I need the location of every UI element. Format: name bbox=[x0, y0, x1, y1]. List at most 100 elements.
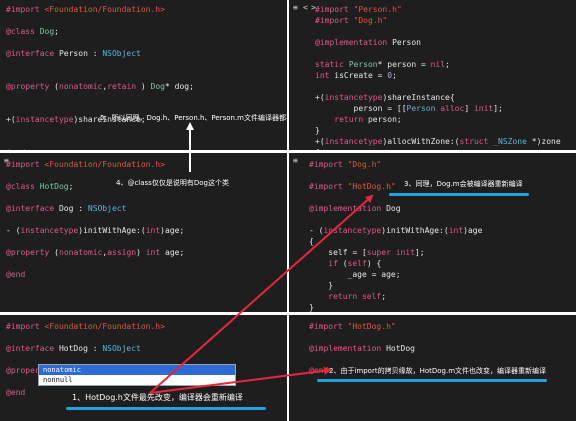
code-token-kw: super bbox=[366, 248, 396, 257]
code-token-kw: instancetype bbox=[20, 226, 79, 235]
editor-pane-person-h[interactable]: #import <Foundation/Foundation.h> @class… bbox=[0, 0, 287, 150]
editor-pane-person-m[interactable]: ≡ < > #import "Person.h" #import "Dog.h" … bbox=[289, 0, 576, 150]
code-token: ) bbox=[136, 248, 146, 257]
code-line[interactable]: #import "Dog.h" bbox=[309, 15, 576, 26]
code-line[interactable]: #import <Foundation/Foundation.h> bbox=[0, 321, 287, 332]
code-line[interactable]: _age = age; bbox=[303, 269, 576, 280]
code-token: ] bbox=[464, 104, 474, 113]
code-token-kw: @end bbox=[6, 388, 26, 397]
code-token-cls: Dog bbox=[150, 82, 165, 91]
code-token: - ( bbox=[309, 226, 324, 235]
code-line[interactable] bbox=[0, 125, 287, 136]
code-line[interactable]: @interface Person : NSObject bbox=[0, 48, 287, 59]
code-line[interactable] bbox=[309, 26, 576, 37]
code-line[interactable]: #import "HotDog.h" bbox=[303, 321, 576, 332]
code-line[interactable]: - (instancetype)initWithAge:(int)age bbox=[303, 225, 576, 236]
code-line[interactable]: #import "Person.h" bbox=[309, 4, 576, 15]
code-line[interactable]: } bbox=[303, 280, 576, 291]
code-token-kw: instancetype bbox=[324, 93, 383, 102]
code-line[interactable] bbox=[0, 37, 287, 48]
code-line[interactable]: @class Dog; bbox=[0, 26, 287, 37]
code-line[interactable]: return self; bbox=[303, 291, 576, 302]
code-line[interactable]: int isCreate = 0; bbox=[309, 70, 576, 81]
code-token: * dog; bbox=[165, 82, 194, 91]
editor-pane-dog-h[interactable]: ≡ #import <Foundation/Foundation.h> @cla… bbox=[0, 153, 287, 312]
code-line[interactable]: +(instancetype)shareInstance{ bbox=[309, 92, 576, 103]
code-line[interactable] bbox=[0, 192, 287, 203]
code-line[interactable]: @implementation Dog bbox=[303, 203, 576, 214]
menu-icon[interactable]: ≡ bbox=[293, 156, 298, 165]
code-line[interactable] bbox=[0, 70, 287, 81]
code-token-kw: #import bbox=[6, 160, 45, 169]
code-line[interactable]: } bbox=[309, 125, 576, 136]
code-token: * person = bbox=[377, 60, 431, 69]
code-token: +( bbox=[315, 93, 325, 102]
code-line[interactable]: @interface Dog : NSObject bbox=[0, 203, 287, 214]
code-token-kw: struct bbox=[459, 137, 494, 146]
code-line[interactable]: - (instancetype)initWithAge:(int)age; bbox=[0, 225, 287, 236]
code-token-kw: @class bbox=[6, 27, 40, 36]
code-token-kw: @property bbox=[6, 248, 55, 257]
editor-pane-hotdog-h[interactable]: #import <Foundation/Foundation.h> @inter… bbox=[0, 315, 287, 421]
editor-pane-dog-m[interactable]: ≡ #import "Dog.h" #import "HotDog.h" @im… bbox=[289, 153, 576, 312]
code-line[interactable]: +(instancetype)allocWithZone:(struct _NS… bbox=[309, 136, 576, 147]
code-line[interactable] bbox=[303, 332, 576, 343]
code-line[interactable]: return person; bbox=[309, 114, 576, 125]
annotation-4: 4、@class仅仅是说明有Dog这个类 bbox=[116, 179, 229, 187]
code-token-kw: nonatomic bbox=[59, 82, 103, 91]
code-token: ; bbox=[445, 60, 450, 69]
code-line[interactable] bbox=[0, 214, 287, 225]
code-line[interactable]: person = [[Person alloc] init]; bbox=[309, 103, 576, 114]
code-line[interactable]: #import "Dog.h" bbox=[303, 159, 576, 170]
code-token: )shareInstance{ bbox=[382, 93, 455, 102]
code-line[interactable]: #import <Foundation/Foundation.h> bbox=[0, 159, 287, 170]
code-line[interactable]: @interface HotDog : NSObject bbox=[0, 343, 287, 354]
code-token-kw: self bbox=[361, 292, 382, 301]
code-line[interactable]: @property (nonatomic,assign) int age; bbox=[0, 247, 287, 258]
code-token-kw: int bbox=[315, 71, 335, 80]
code-line[interactable] bbox=[0, 92, 287, 103]
code-line[interactable] bbox=[303, 354, 576, 365]
code-line[interactable] bbox=[0, 15, 287, 26]
back-icon[interactable]: < bbox=[303, 3, 308, 12]
code-line[interactable]: { bbox=[303, 236, 576, 247]
code-token-ty: _NSZone bbox=[493, 137, 532, 146]
code-line[interactable]: } bbox=[303, 302, 576, 312]
code-token-str: <Foundation/Foundation.h> bbox=[44, 160, 165, 169]
code-line[interactable]: @implementation HotDog bbox=[303, 343, 576, 354]
menu-icon[interactable]: ≡ bbox=[293, 3, 298, 12]
code-line[interactable] bbox=[0, 59, 287, 70]
code-token-kw: nonatomic bbox=[59, 248, 103, 257]
code-line[interactable] bbox=[0, 136, 287, 147]
code-token-kw: @end bbox=[6, 270, 26, 279]
code-token: } bbox=[315, 126, 320, 135]
code-line[interactable] bbox=[309, 81, 576, 92]
code-line[interactable] bbox=[309, 48, 576, 59]
code-line[interactable] bbox=[0, 236, 287, 247]
code-line[interactable] bbox=[0, 103, 287, 114]
code-token-kw: @property bbox=[6, 82, 55, 91]
code-line[interactable]: @end bbox=[0, 269, 287, 280]
code-line[interactable] bbox=[0, 332, 287, 343]
code-person-h: #import <Foundation/Foundation.h> @class… bbox=[0, 4, 287, 150]
code-token-kw: self bbox=[347, 259, 367, 268]
code-token: HotDog bbox=[386, 344, 415, 353]
code-line[interactable]: @implementation Person bbox=[309, 37, 576, 48]
code-token-ty: NSObject bbox=[102, 344, 141, 353]
code-token-kw: #import bbox=[315, 5, 354, 14]
code-token: ; bbox=[54, 27, 64, 36]
autocomplete-option-nonnull[interactable]: nonnull bbox=[39, 375, 235, 385]
code-line[interactable]: if (self) { bbox=[303, 258, 576, 269]
code-token: )initWithAge:( bbox=[381, 226, 449, 235]
code-line[interactable]: @property (nonatomic,retain ) Dog* dog; bbox=[0, 81, 287, 92]
autocomplete-popup[interactable]: nonatomic nonnull bbox=[38, 364, 236, 386]
code-line[interactable] bbox=[303, 214, 576, 225]
code-line[interactable]: static Person* person = nil; bbox=[309, 59, 576, 70]
code-person-m: #import "Person.h" #import "Dog.h" @imple… bbox=[309, 4, 576, 150]
code-line[interactable]: self = [super init]; bbox=[303, 247, 576, 258]
code-line[interactable]: #import <Foundation/Foundation.h> bbox=[0, 4, 287, 15]
code-token-kw: int bbox=[145, 226, 161, 235]
code-line[interactable] bbox=[0, 258, 287, 269]
autocomplete-option-nonatomic[interactable]: nonatomic bbox=[39, 365, 235, 375]
editor-pane-hotdog-m[interactable]: #import "HotDog.h" @implementation HotDo… bbox=[289, 315, 576, 421]
